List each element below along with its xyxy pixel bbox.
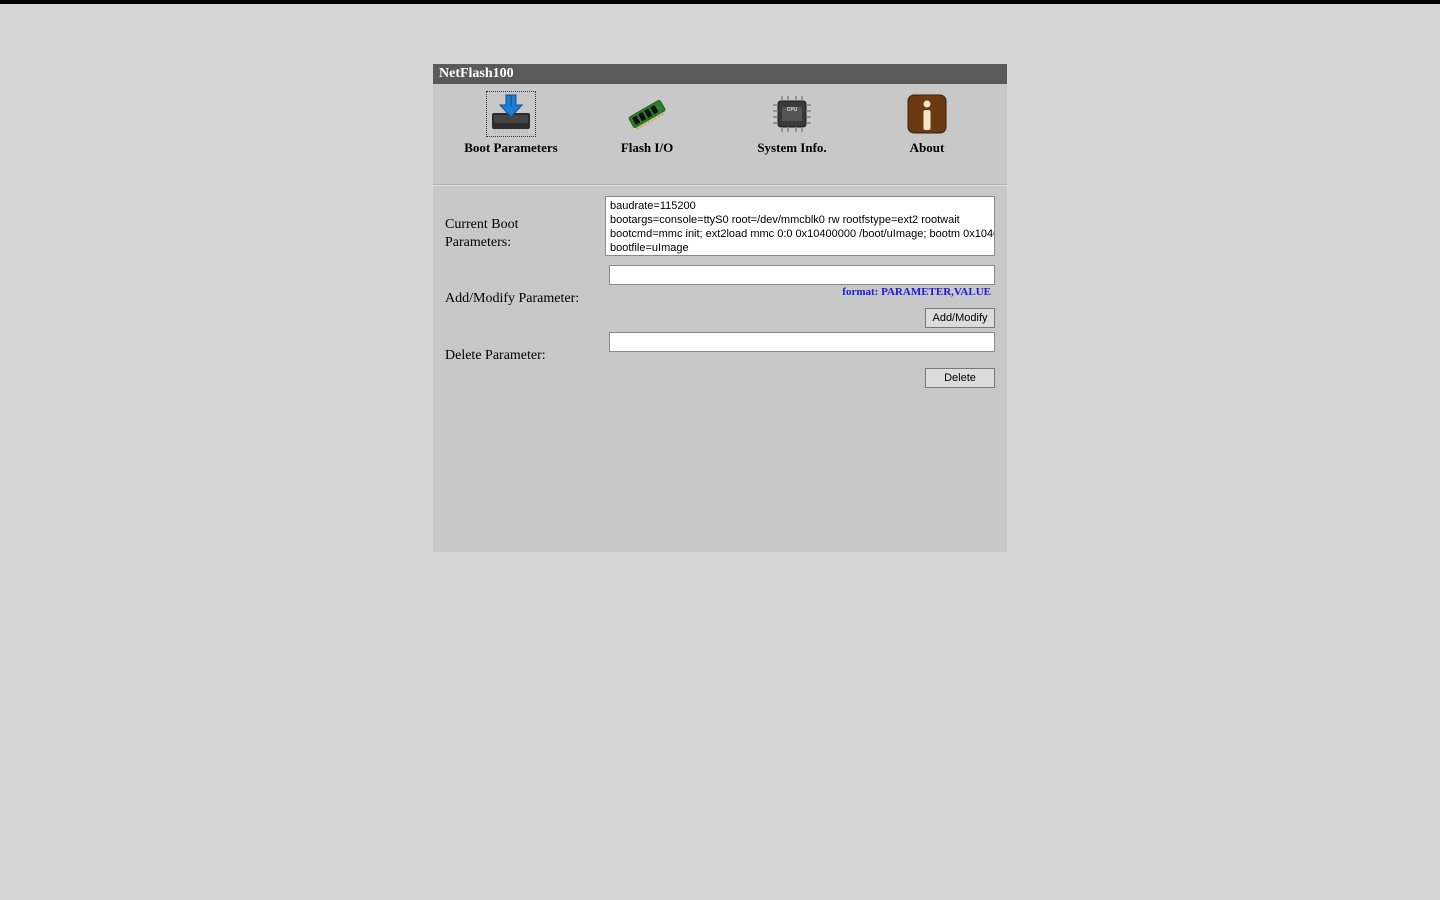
content-area: Current Boot Parameters: Add/Modify Para… — [433, 185, 1007, 552]
nav-system-info-label: System Info. — [717, 140, 867, 156]
app-panel: NetFlash100 Boot Parameters — [433, 64, 1007, 552]
app-title: NetFlash100 — [439, 66, 514, 81]
info-icon — [903, 92, 951, 136]
delete-button[interactable]: Delete — [925, 368, 995, 388]
delete-input[interactable] — [609, 332, 995, 352]
row-add-modify: Add/Modify Parameter: format: PARAMETER,… — [445, 265, 995, 328]
title-bar: NetFlash100 — [433, 64, 1007, 84]
current-params-textarea[interactable] — [605, 196, 995, 256]
nav-flash-io[interactable]: Flash I/O — [577, 92, 717, 156]
nav-about-label: About — [867, 140, 987, 156]
add-modify-label: Add/Modify Parameter: — [445, 265, 609, 328]
add-modify-button[interactable]: Add/Modify — [925, 308, 995, 328]
delete-label: Delete Parameter: — [445, 332, 609, 388]
add-modify-hint: format: PARAMETER,VALUE — [609, 286, 995, 298]
window-top-border — [0, 0, 1440, 4]
current-params-label: Current Boot Parameters: — [445, 196, 605, 261]
add-modify-input[interactable] — [609, 265, 995, 285]
nav-flash-io-label: Flash I/O — [577, 140, 717, 156]
nav-about[interactable]: About — [867, 92, 987, 156]
svg-text:CPU: CPU — [787, 107, 798, 113]
nav-boot-parameters[interactable]: Boot Parameters — [445, 92, 577, 156]
row-delete: Delete Parameter: Delete — [445, 332, 995, 388]
nav-system-info[interactable]: CPU System Info. — [717, 92, 867, 156]
nav-boot-parameters-label: Boot Parameters — [445, 140, 577, 156]
row-current-params: Current Boot Parameters: — [445, 196, 995, 261]
cpu-chip-icon: CPU — [768, 92, 816, 136]
chip-download-icon — [487, 92, 535, 136]
ram-stick-icon — [623, 92, 671, 136]
nav-bar: Boot Parameters — [433, 84, 1007, 185]
